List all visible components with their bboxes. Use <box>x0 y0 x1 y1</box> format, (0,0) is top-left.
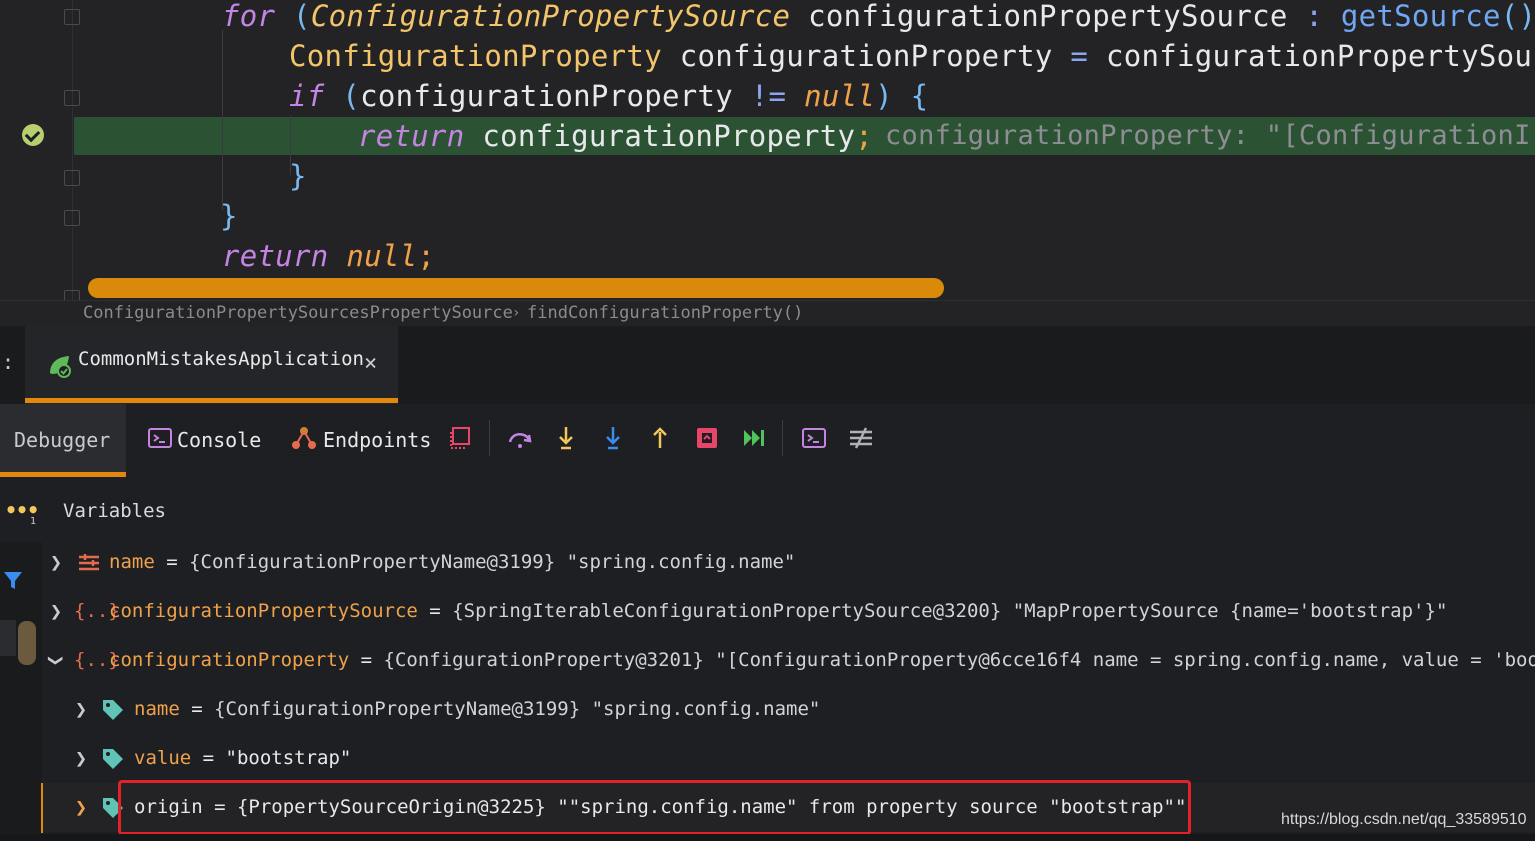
tab-debugger-label[interactable]: Debugger <box>14 428 110 452</box>
variable-name: name <box>109 551 155 573</box>
fold-icon[interactable] <box>64 290 80 300</box>
selection-marker <box>41 783 43 833</box>
variable-row[interactable]: ❯ value = "bootstrap" <box>42 734 1535 783</box>
tag-icon <box>103 749 123 769</box>
chevron-right-icon[interactable]: ❯ <box>50 587 66 636</box>
variable-value: {SpringIterableConfigurationPropertySour… <box>452 600 1448 622</box>
step-over-icon[interactable] <box>506 424 534 452</box>
variable-name: configurationProperty <box>109 649 350 671</box>
code-line-if: if (configurationProperty != null) { <box>289 79 929 113</box>
chevron-right-icon[interactable]: ❯ <box>75 734 91 783</box>
tab-console[interactable]: Console <box>177 428 261 452</box>
variable-value: {ConfigurationPropertyName@3199} "spring… <box>214 698 821 720</box>
run-to-cursor-icon[interactable] <box>740 424 768 452</box>
drop-frame-icon[interactable] <box>693 424 721 452</box>
object-icon: {..} <box>74 600 120 622</box>
frames-count: 1 <box>30 516 37 527</box>
tab-endpoints[interactable]: Endpoints <box>323 428 431 452</box>
fold-icon[interactable] <box>64 90 80 106</box>
object-icon: {..} <box>74 649 120 671</box>
variable-name: configurationPropertySource <box>109 600 418 622</box>
breakpoint-check-icon[interactable] <box>22 124 44 146</box>
variable-value: {ConfigurationPropertyName@3199} "spring… <box>189 551 796 573</box>
spring-boot-icon <box>50 356 71 378</box>
toolbar-separator <box>489 420 490 456</box>
code-line-return-null: return null; <box>222 239 436 273</box>
variable-name: name <box>134 698 180 720</box>
code-line-brace: } <box>220 199 238 233</box>
watermark: https://blog.csdn.net/qq_33589510 <box>1281 811 1527 828</box>
fold-icon[interactable] <box>64 9 80 25</box>
highlight-annotation-box <box>118 780 1191 835</box>
breadcrumb-method[interactable]: findConfigurationProperty() <box>527 301 803 325</box>
endpoints-icon[interactable] <box>290 424 318 452</box>
fold-icon[interactable] <box>64 170 80 186</box>
toolbar-separator <box>782 420 783 456</box>
fold-icon[interactable] <box>64 210 80 226</box>
force-step-into-icon[interactable] <box>599 424 627 452</box>
step-out-icon[interactable] <box>646 424 674 452</box>
breadcrumb-class[interactable]: ConfigurationPropertySourcesPropertySour… <box>83 301 513 325</box>
code-line-return: return configurationProperty; <box>358 119 874 153</box>
console-icon[interactable] <box>146 424 174 452</box>
variables-header <box>0 478 1535 542</box>
chevron-right-icon[interactable]: ❯ <box>50 538 66 587</box>
filter-icon[interactable] <box>2 569 24 591</box>
breadcrumb: ConfigurationPropertySourcesPropertySour… <box>0 300 1535 326</box>
variable-row[interactable]: ❯ name = {ConfigurationPropertyName@3199… <box>42 538 1535 587</box>
variable-row[interactable]: ❯ name = {ConfigurationPropertyName@3199… <box>42 685 1535 734</box>
variables-title: Variables <box>63 500 166 522</box>
variable-row[interactable]: ❯ {..} configurationPropertySource = {Sp… <box>42 587 1535 636</box>
editor-gutter[interactable] <box>0 0 80 300</box>
frames-scroll-track[interactable] <box>0 620 16 656</box>
horizontal-scrollbar[interactable] <box>88 278 944 298</box>
breadcrumb-separator: › <box>512 305 521 321</box>
run-tab-label: CommonMistakesApplication <box>78 348 364 370</box>
inline-debug-value: configurationProperty: "[ConfigurationI <box>885 120 1531 151</box>
field-icon <box>79 554 99 571</box>
variable-value: "bootstrap" <box>225 747 352 769</box>
chevron-right-icon[interactable]: ❯ <box>75 783 91 832</box>
variable-row[interactable]: ❯ {..} configurationProperty = {Configur… <box>42 636 1535 685</box>
variable-name: value <box>134 747 192 769</box>
close-icon[interactable]: × <box>364 353 377 375</box>
show-execution-point-icon[interactable] <box>447 424 475 452</box>
code-editor[interactable]: for (ConfigurationPropertySource configu… <box>0 0 1535 300</box>
code-line-declaration: ConfigurationProperty configurationPrope… <box>289 39 1535 73</box>
code-line-for: for (ConfigurationPropertySource configu… <box>222 0 1535 33</box>
code-line-brace: } <box>289 159 307 193</box>
evaluate-expression-icon[interactable] <box>800 424 828 452</box>
active-tab-underline <box>0 472 126 477</box>
tab-bar-marker: : <box>2 350 15 374</box>
chevron-right-icon[interactable]: ❯ <box>75 685 91 734</box>
trace-icon[interactable] <box>847 424 875 452</box>
active-tab-underline <box>25 398 398 403</box>
tag-icon <box>103 700 123 720</box>
variable-value: {ConfigurationProperty@3201} "[Configura… <box>383 649 1535 671</box>
step-into-icon[interactable] <box>552 424 580 452</box>
bottom-strip <box>0 834 1535 841</box>
